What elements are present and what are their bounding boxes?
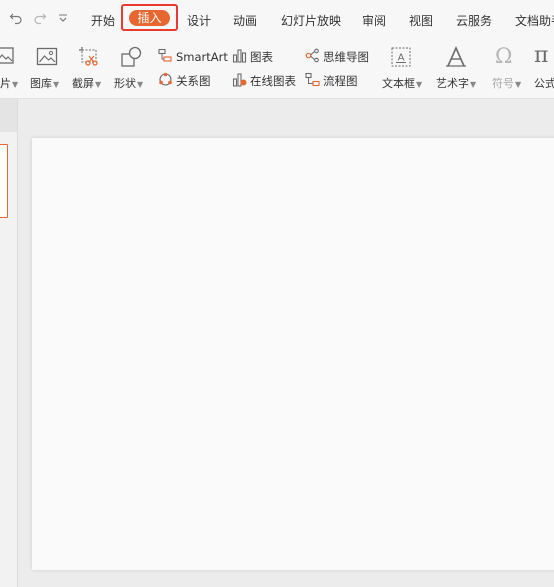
caret-icon: ▼ bbox=[12, 80, 19, 89]
picture-icon[interactable] bbox=[0, 46, 14, 69]
editing-workspace bbox=[0, 99, 554, 587]
relation-chart-label: 关系图 bbox=[176, 74, 211, 88]
mindmap-label: 思维导图 bbox=[323, 50, 369, 64]
tab-insert-highlight[interactable]: 插入 bbox=[121, 4, 178, 31]
flowchart-label: 流程图 bbox=[323, 74, 358, 88]
tab-design[interactable]: 设计 bbox=[187, 12, 211, 29]
wordart-button[interactable]: 艺术字▼ bbox=[436, 75, 476, 91]
dropdown-caret-icon[interactable] bbox=[58, 11, 68, 25]
gallery-icon[interactable] bbox=[36, 46, 58, 71]
formula-label: 公式 bbox=[534, 77, 554, 90]
online-chart-button[interactable]: 在线图表 bbox=[232, 72, 296, 90]
svg-text:A: A bbox=[398, 53, 405, 64]
slide-canvas[interactable] bbox=[32, 138, 554, 570]
tab-insert[interactable]: 插入 bbox=[129, 10, 170, 26]
caret-icon: ▼ bbox=[53, 80, 60, 89]
redo-icon[interactable] bbox=[33, 11, 47, 25]
gallery-label: 图库 bbox=[30, 77, 52, 90]
picture-button[interactable]: 片▼ bbox=[0, 75, 18, 91]
smartart-button[interactable]: SmartArt bbox=[158, 48, 228, 66]
tab-view[interactable]: 视图 bbox=[409, 12, 433, 29]
flowchart-icon bbox=[305, 72, 320, 90]
tab-animation[interactable]: 动画 bbox=[233, 12, 257, 29]
caret-icon: ▼ bbox=[515, 80, 522, 89]
tab-review[interactable]: 审阅 bbox=[362, 12, 386, 29]
symbol-button: 符号▼ bbox=[492, 75, 521, 91]
slide-thumbnail-selected[interactable] bbox=[0, 144, 8, 218]
pi-formula-icon[interactable]: π bbox=[534, 43, 548, 68]
wordart-label: 艺术字 bbox=[436, 77, 469, 90]
caret-icon: ▼ bbox=[137, 80, 144, 89]
symbol-label: 符号 bbox=[492, 77, 514, 90]
shapes-icon[interactable] bbox=[120, 46, 142, 71]
online-chart-icon bbox=[232, 72, 247, 90]
menu-bar: 开始 插入 设计 动画 幻灯片放映 审阅 视图 云服务 文档助手 bbox=[0, 0, 554, 38]
omega-symbol-icon: Ω bbox=[495, 44, 513, 68]
bar-chart-icon bbox=[232, 48, 247, 66]
chart-label: 图表 bbox=[250, 50, 273, 64]
undo-icon[interactable] bbox=[9, 11, 23, 25]
picture-label: 片 bbox=[0, 77, 11, 90]
textbox-label: 文本框 bbox=[382, 77, 415, 90]
smartart-label: SmartArt bbox=[176, 50, 228, 64]
screenshot-label: 截屏 bbox=[72, 77, 94, 90]
caret-icon: ▼ bbox=[95, 80, 102, 89]
tab-home[interactable]: 开始 bbox=[91, 12, 115, 29]
online-chart-label: 在线图表 bbox=[250, 74, 296, 88]
mindmap-button[interactable]: 思维导图 bbox=[305, 48, 369, 66]
screenshot-icon[interactable] bbox=[78, 46, 100, 71]
chart-button[interactable]: 图表 bbox=[232, 48, 273, 66]
textbox-icon[interactable]: A bbox=[390, 46, 412, 71]
caret-icon: ▼ bbox=[416, 80, 423, 89]
tab-cloud[interactable]: 云服务 bbox=[456, 12, 492, 29]
smartart-icon bbox=[158, 48, 173, 66]
wordart-icon[interactable] bbox=[444, 45, 468, 72]
relation-chart-icon bbox=[158, 72, 173, 90]
flowchart-button[interactable]: 流程图 bbox=[305, 72, 358, 90]
caret-icon: ▼ bbox=[470, 80, 477, 89]
shapes-label: 形状 bbox=[114, 77, 136, 90]
shapes-button[interactable]: 形状▼ bbox=[114, 75, 143, 91]
relation-chart-button[interactable]: 关系图 bbox=[158, 72, 211, 90]
slide-thumbnail-panel bbox=[0, 99, 18, 587]
textbox-button[interactable]: 文本框▼ bbox=[382, 75, 422, 91]
tab-doc-assistant[interactable]: 文档助手 bbox=[515, 12, 554, 29]
formula-button[interactable]: 公式 bbox=[534, 75, 554, 91]
thumbnail-panel-header bbox=[0, 99, 17, 132]
screenshot-button[interactable]: 截屏▼ bbox=[72, 75, 101, 91]
mindmap-icon bbox=[305, 48, 320, 66]
gallery-button[interactable]: 图库▼ bbox=[30, 75, 59, 91]
tab-slideshow[interactable]: 幻灯片放映 bbox=[281, 12, 341, 29]
ribbon-insert: 片▼ 图库▼ 截屏▼ 形状▼ SmartArt 关系图 图表 在线图表 思维导图… bbox=[0, 38, 554, 99]
